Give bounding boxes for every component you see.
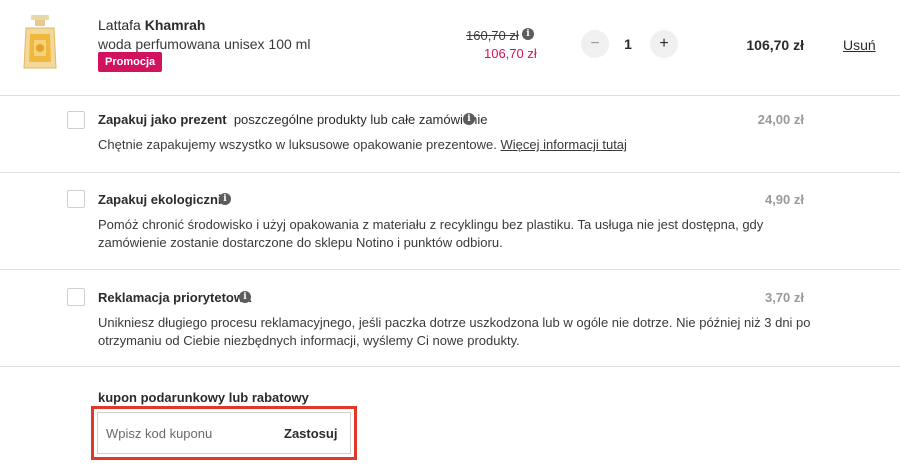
info-icon[interactable]: i xyxy=(239,291,251,303)
product-description: woda perfumowana unisex 100 ml xyxy=(98,36,311,52)
gift-wrap-option: Zapakuj jako prezent poszczególne produk… xyxy=(0,96,900,173)
eco-wrap-label: Zapakuj ekologicznie xyxy=(98,192,229,207)
apply-coupon-button[interactable]: Zastosuj xyxy=(284,426,337,441)
gift-wrap-description: Chętnie zapakujemy wszystko w luksusowe … xyxy=(98,136,818,154)
cart-item: Lattafa Khamrah woda perfumowana unisex … xyxy=(0,0,900,96)
product-title: Khamrah xyxy=(144,17,206,33)
eco-wrap-checkbox[interactable] xyxy=(67,190,85,208)
gift-wrap-title: Zapakuj jako prezent poszczególne produk… xyxy=(98,112,487,127)
quantity-decrease-button[interactable]: − xyxy=(581,30,609,58)
priority-complaint-description: Unikniesz długiego procesu reklamacyjneg… xyxy=(98,315,811,348)
priority-complaint-option: Reklamacja priorytetowa i 3,70 zł Unikni… xyxy=(0,270,900,367)
coupon-label: kupon podarunkowy lub rabatowy xyxy=(98,390,309,405)
priority-complaint-checkbox[interactable] xyxy=(67,288,85,306)
gift-wrap-price: 24,00 zł xyxy=(757,112,804,127)
gift-wrap-subtitle: poszczególne produkty lub całe zamówieni… xyxy=(233,112,488,127)
eco-wrap-option: Zapakuj ekologicznie i 4,90 zł Pomóż chr… xyxy=(0,173,900,270)
priority-complaint-title: Reklamacja priorytetowa xyxy=(98,290,251,305)
eco-wrap-price: 4,90 zł xyxy=(764,192,804,207)
eco-wrap-title: Zapakuj ekologicznie xyxy=(98,192,229,207)
remove-link[interactable]: Usuń xyxy=(843,37,876,53)
info-icon[interactable]: i xyxy=(522,28,534,40)
priority-complaint-price: 3,70 zł xyxy=(764,290,804,305)
eco-wrap-description: Pomóż chronić środowisko i użyj opakowan… xyxy=(98,217,764,250)
coupon-form: Zastosuj xyxy=(97,412,351,454)
gift-wrap-checkbox[interactable] xyxy=(67,111,85,129)
old-price: 160,70 zł xyxy=(466,28,519,43)
quantity-increase-button[interactable]: + xyxy=(650,30,678,58)
promo-badge: Promocja xyxy=(98,52,163,72)
item-total: 106,70 zł xyxy=(746,37,804,53)
coupon-input[interactable] xyxy=(106,421,266,445)
more-info-link[interactable]: Więcej informacji tutaj xyxy=(501,137,627,152)
info-icon[interactable]: i xyxy=(219,193,231,205)
gift-wrap-description-text: Chętnie zapakujemy wszystko w luksusowe … xyxy=(98,137,497,152)
info-icon[interactable]: i xyxy=(463,113,475,125)
quantity-value: 1 xyxy=(624,36,632,52)
new-price: 106,70 zł xyxy=(484,46,537,61)
product-brand: Lattafa xyxy=(98,17,141,33)
gift-wrap-label: Zapakuj jako prezent xyxy=(98,112,227,127)
product-image[interactable] xyxy=(18,12,62,74)
product-name[interactable]: Lattafa Khamrah xyxy=(98,17,205,33)
priority-complaint-label: Reklamacja priorytetowa xyxy=(98,290,252,305)
